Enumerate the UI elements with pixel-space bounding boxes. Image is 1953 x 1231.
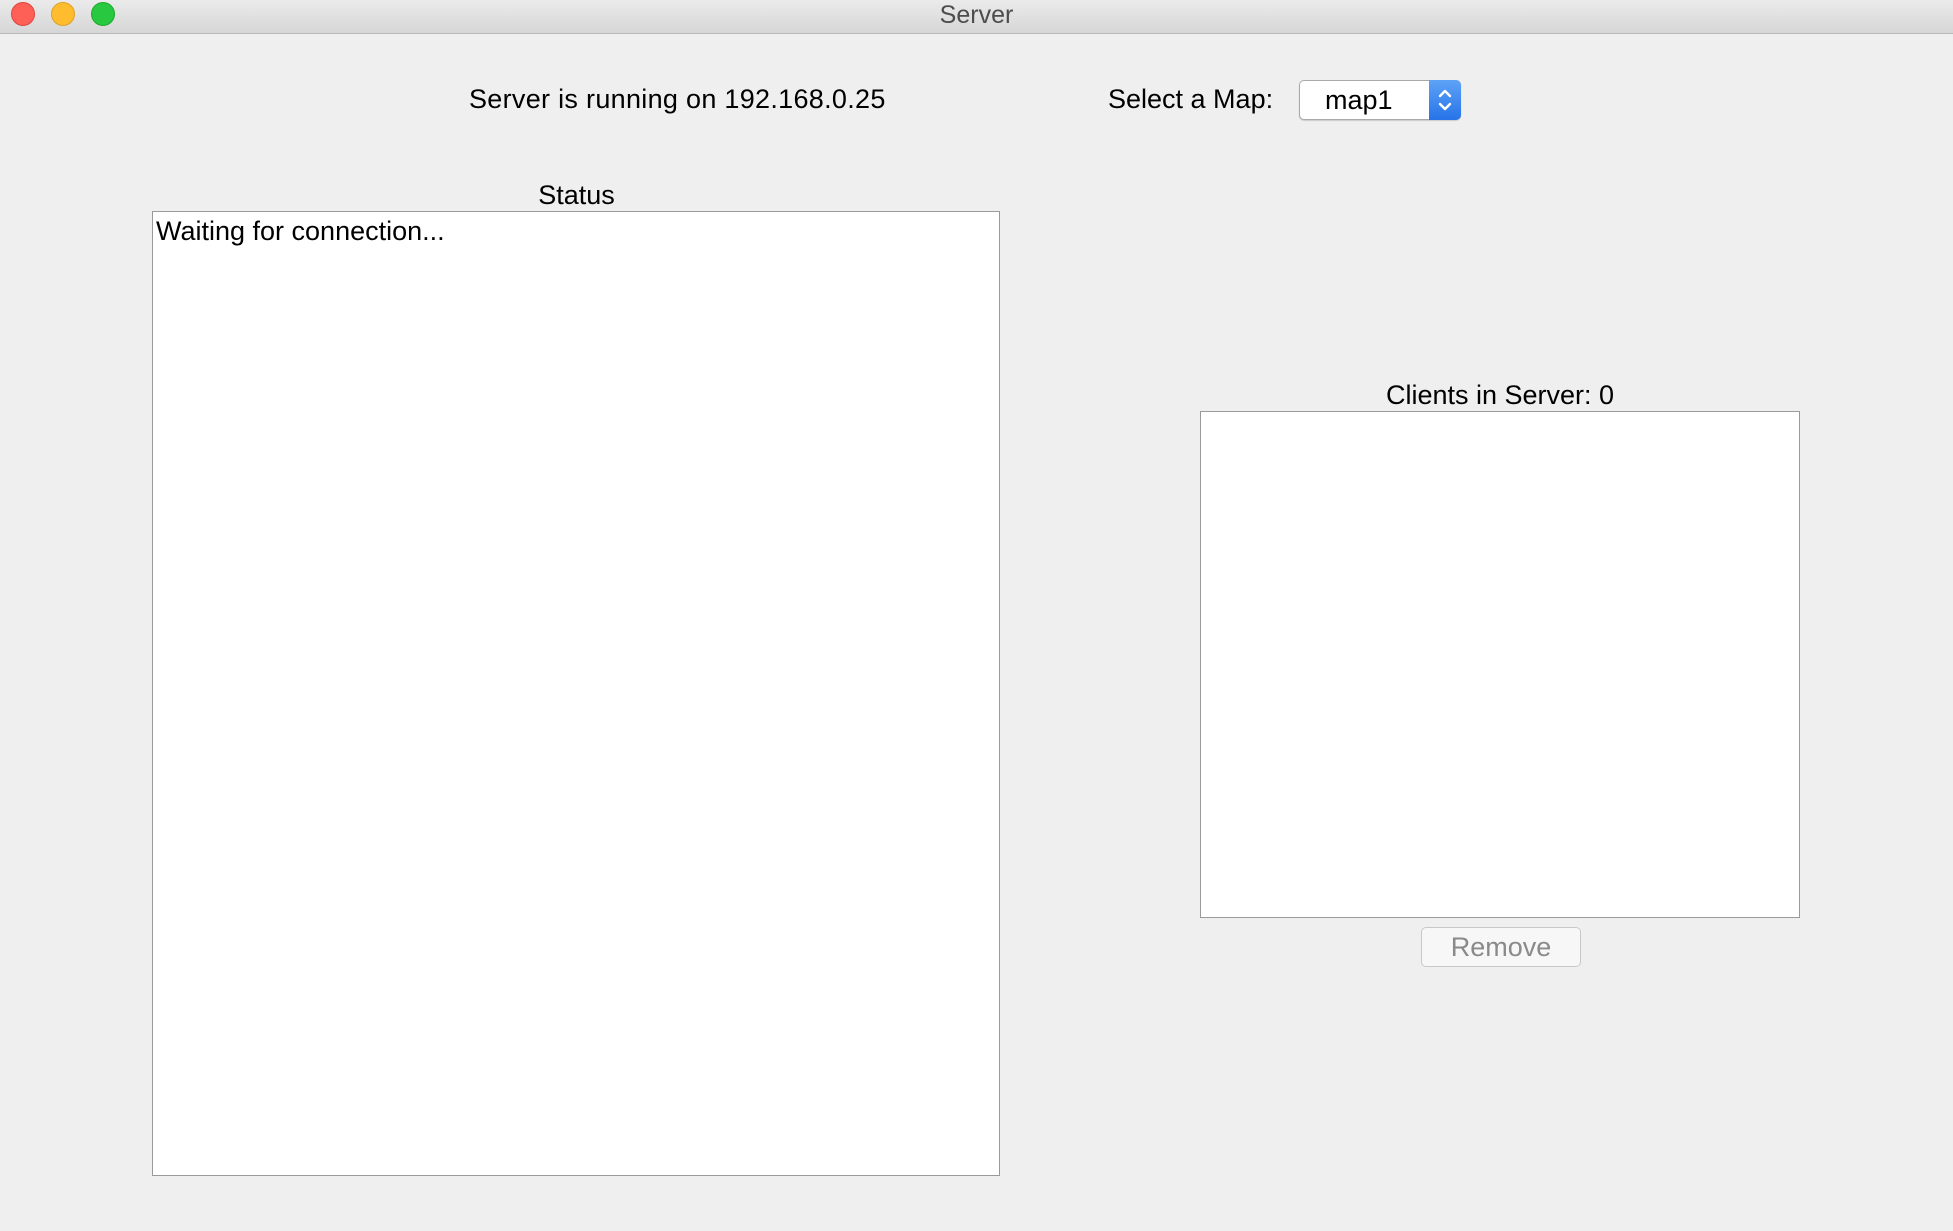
status-log-text: Waiting for connection... — [156, 216, 445, 246]
title-bar[interactable]: Server — [0, 0, 1953, 34]
window-title: Server — [939, 1, 1014, 29]
clients-heading: Clients in Server: 0 — [1385, 380, 1615, 410]
clients-list[interactable] — [1200, 411, 1800, 918]
server-window: Server Server is running on 192.168.0.25… — [0, 0, 1953, 1231]
map-select-value: map1 — [1325, 85, 1393, 115]
map-select-dropdown[interactable]: map1 — [1299, 80, 1461, 120]
server-address-label: Server is running on 192.168.0.25 — [469, 84, 886, 114]
status-log-textarea[interactable]: Waiting for connection... — [152, 211, 1000, 1176]
map-select-label: Select a Map: — [1108, 84, 1274, 114]
status-heading: Status — [538, 180, 615, 210]
remove-client-button[interactable]: Remove — [1421, 927, 1581, 967]
up-down-chevron-icon[interactable] — [1429, 80, 1461, 120]
